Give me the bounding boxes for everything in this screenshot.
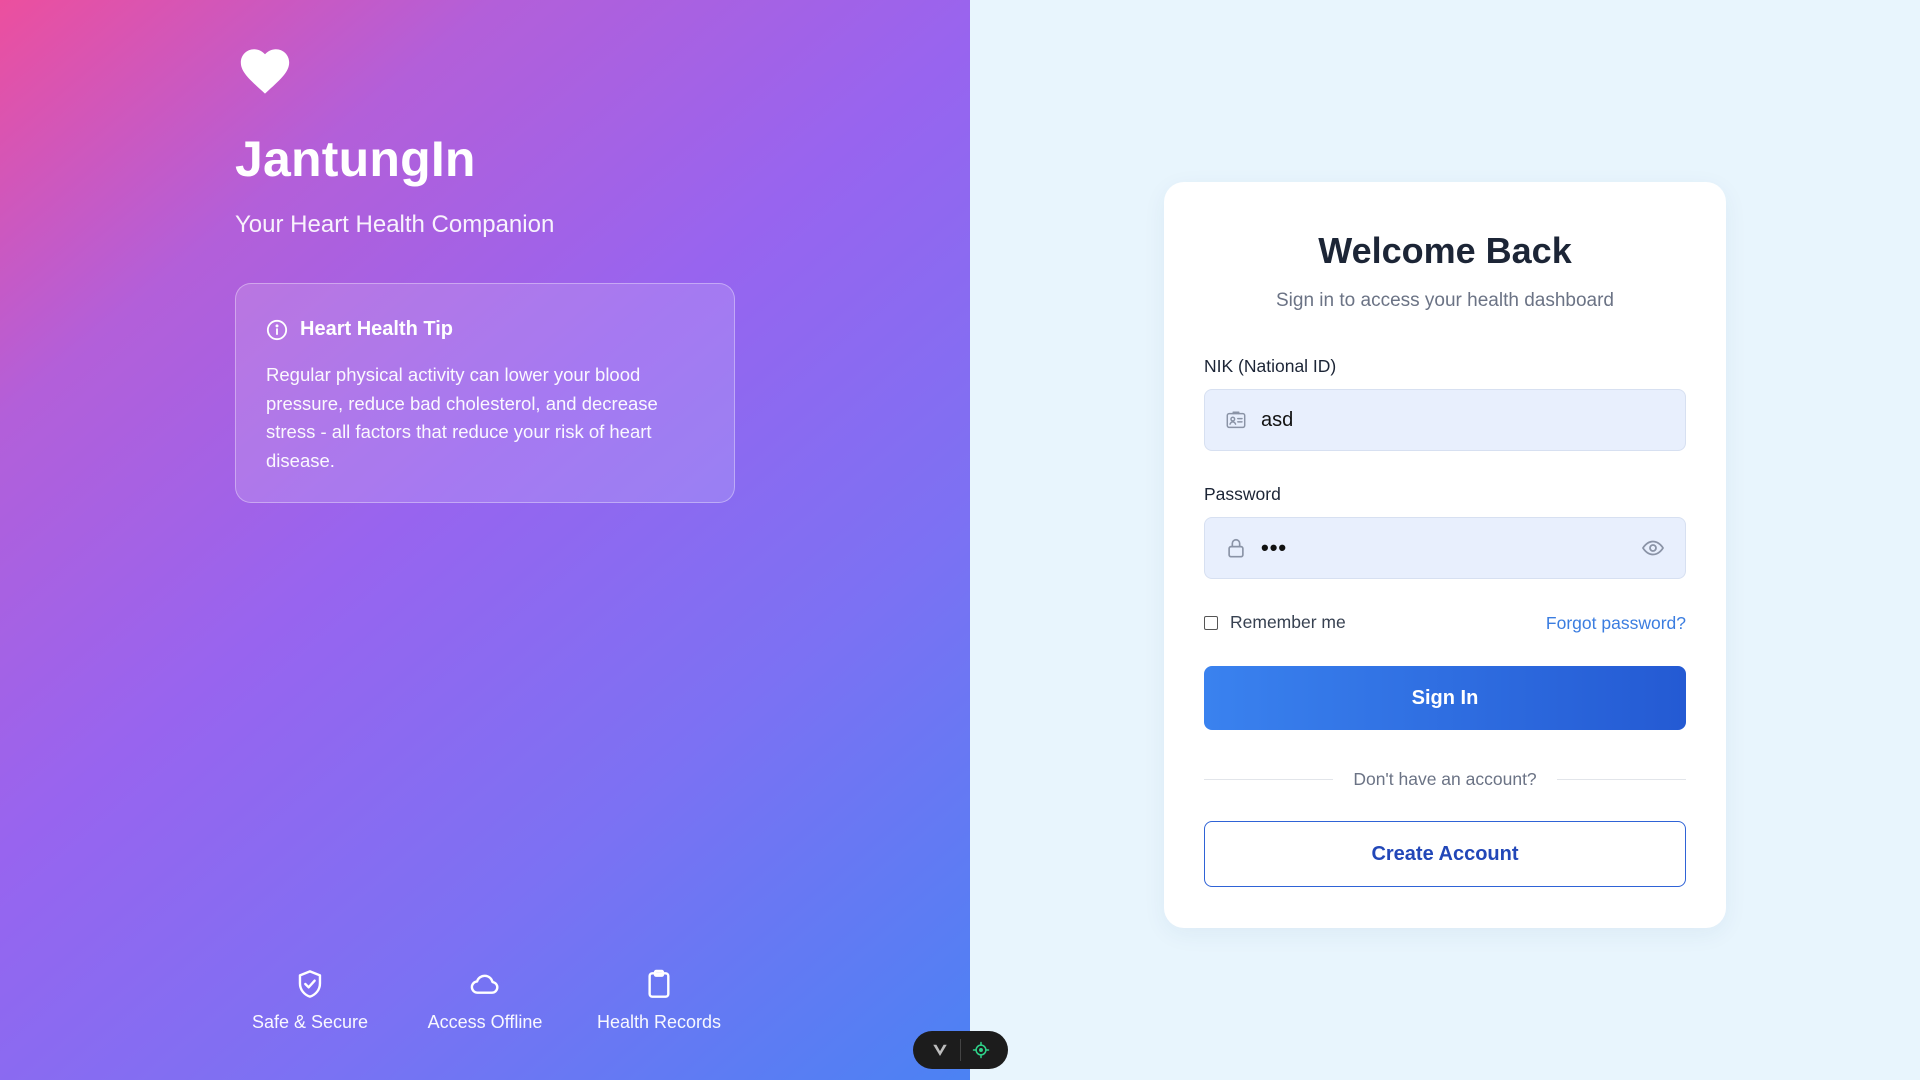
sign-in-button[interactable]: Sign In xyxy=(1204,666,1686,730)
crosshair-icon[interactable] xyxy=(971,1040,991,1060)
login-card: Welcome Back Sign in to access your heal… xyxy=(1164,182,1726,928)
tip-body: Regular physical activity can lower your… xyxy=(266,364,658,471)
info-icon xyxy=(266,319,288,341)
feature-label: Health Records xyxy=(596,1012,722,1032)
heart-icon xyxy=(236,42,294,100)
feature-list: Safe & Secure Access Offline Health Reco… xyxy=(235,968,735,1044)
login-title: Welcome Back xyxy=(1318,230,1572,271)
nik-label: NIK (National ID) xyxy=(1204,356,1337,376)
eye-icon[interactable] xyxy=(1641,536,1665,560)
divider-line xyxy=(1204,778,1334,780)
feature-label: Safe & Secure xyxy=(251,1012,369,1032)
hero-panel: JantungIn Your Heart Health Companion He… xyxy=(0,0,970,1080)
feature-access-offline: Access Offline xyxy=(427,968,543,1033)
app-title: JantungIn xyxy=(235,131,476,187)
feature-safe-secure: Safe & Secure xyxy=(252,968,368,1033)
vue-devtools-icon[interactable] xyxy=(930,1040,950,1060)
feature-label: Access Offline xyxy=(427,1012,543,1032)
clipboard-icon xyxy=(643,968,675,1000)
password-label: Password xyxy=(1204,484,1281,504)
id-card-icon xyxy=(1225,409,1247,431)
password-input-value[interactable]: ••• xyxy=(1261,535,1641,561)
app-tagline: Your Heart Health Companion xyxy=(235,211,555,238)
no-account-text: Don't have an account? xyxy=(1353,768,1537,789)
password-field[interactable]: ••• xyxy=(1204,517,1686,579)
login-subtitle: Sign in to access your health dashboard xyxy=(1276,290,1614,311)
shield-check-icon xyxy=(294,968,326,1000)
remember-label[interactable]: Remember me xyxy=(1230,612,1346,633)
forgot-password-link[interactable]: Forgot password? xyxy=(1546,613,1686,634)
toolbar-divider xyxy=(960,1039,961,1061)
dev-toolbar[interactable] xyxy=(913,1031,1008,1069)
health-tip-card: Heart Health Tip Regular physical activi… xyxy=(235,283,735,503)
remember-checkbox[interactable] xyxy=(1204,615,1218,630)
remember-me[interactable]: Remember me xyxy=(1204,612,1346,633)
signup-divider: Don't have an account? xyxy=(1204,768,1686,790)
cloud-icon xyxy=(469,968,501,1000)
nik-input-value[interactable]: asd xyxy=(1261,409,1665,432)
lock-icon xyxy=(1225,537,1247,559)
tip-title: Heart Health Tip xyxy=(300,318,453,340)
feature-health-records: Health Records xyxy=(597,968,721,1033)
nik-field[interactable]: asd xyxy=(1204,389,1686,451)
divider-line xyxy=(1556,778,1686,780)
create-account-button[interactable]: Create Account xyxy=(1204,821,1686,887)
